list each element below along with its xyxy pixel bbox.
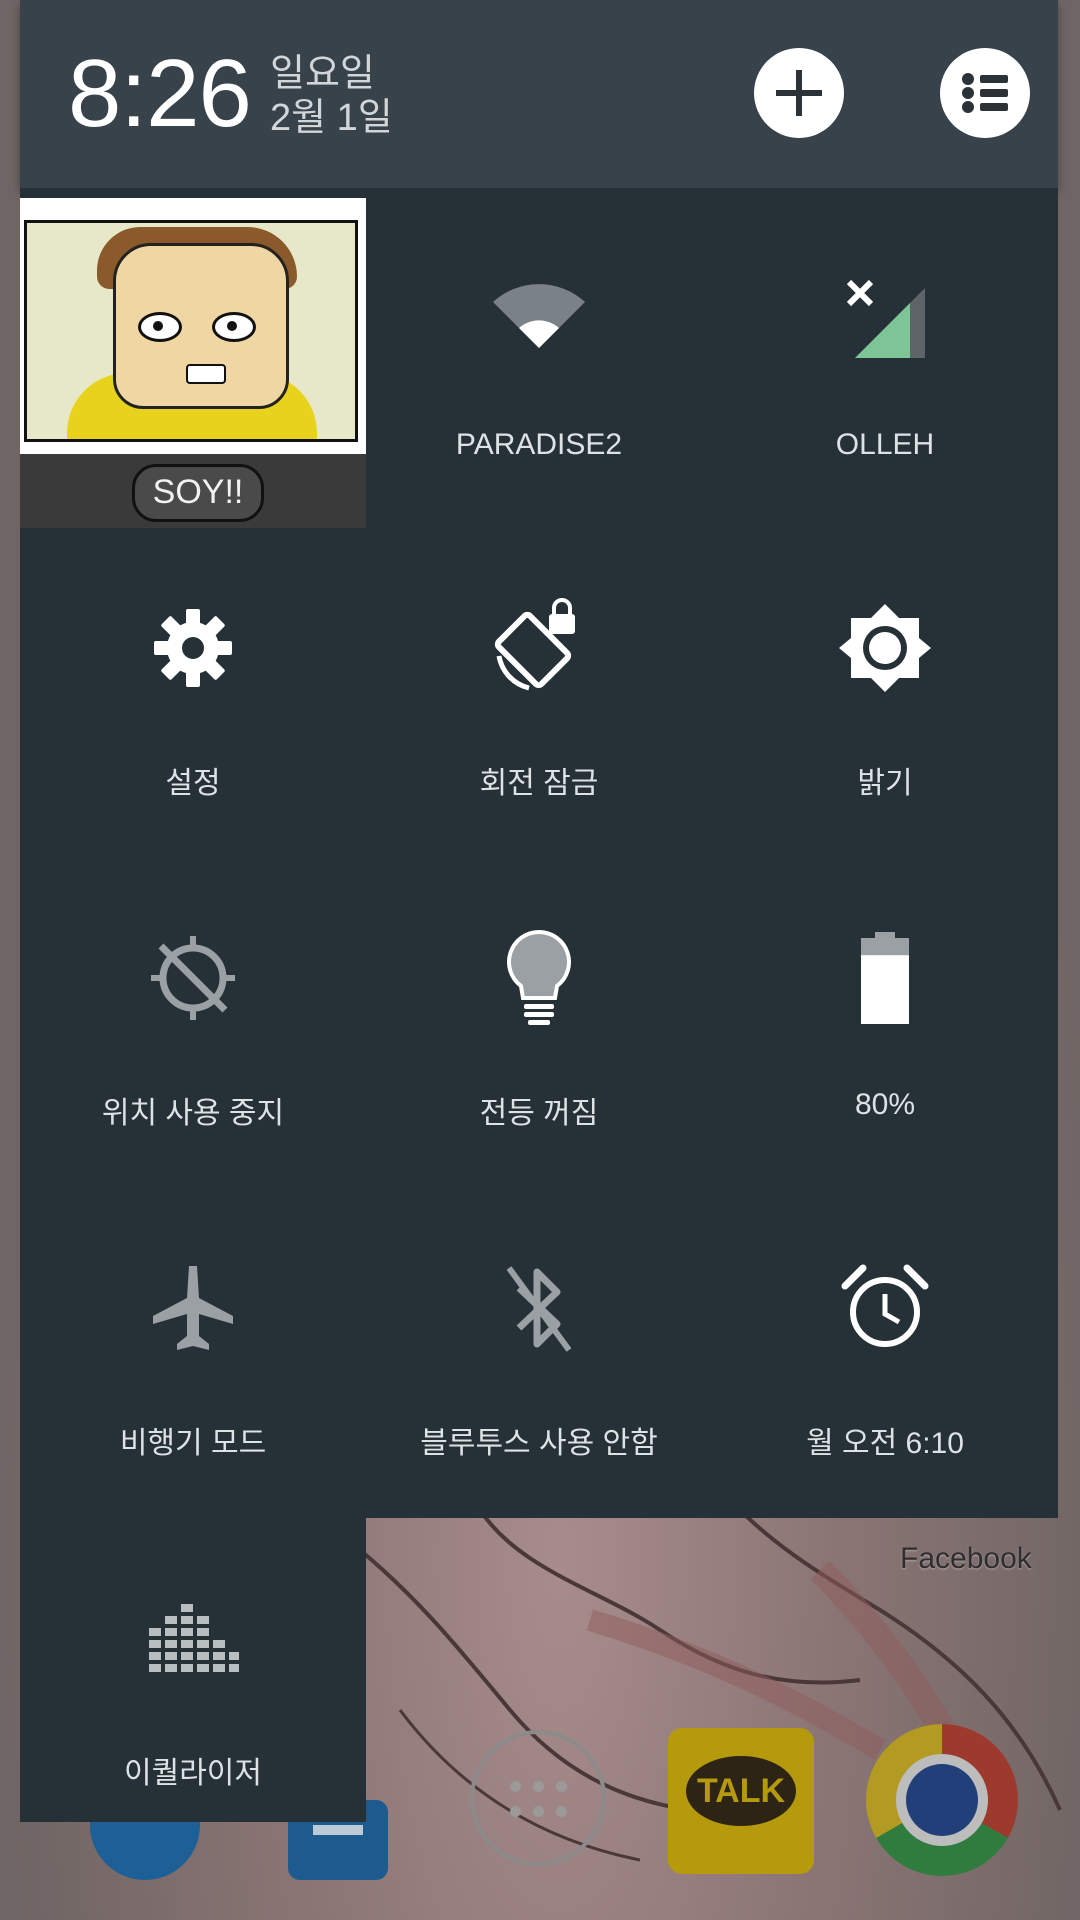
rotation-lock-icon: [494, 598, 575, 691]
tile-label: PARADISE2: [455, 428, 623, 461]
app-drawer-button[interactable]: [470, 1730, 606, 1866]
settings-list-button[interactable]: [940, 48, 1030, 138]
location-off-icon: [151, 936, 235, 1020]
tile-label: 밝기: [857, 767, 913, 800]
tile-label: 위치 사용 중지: [101, 1097, 285, 1130]
tile-label: 블루투스 사용 안함: [420, 1427, 658, 1460]
facebook-app-label[interactable]: Facebook: [900, 1542, 1032, 1576]
equalizer-icon: [149, 1604, 239, 1672]
tile-label: 월 오전 6:10: [806, 1427, 964, 1460]
tile-cellular[interactable]: OLLEH: [712, 198, 1058, 528]
bluetooth-off-icon: [506, 1266, 572, 1352]
tile-alarm[interactable]: 월 오전 6:10: [712, 1188, 1058, 1518]
tile-label: 전등 꺼짐: [479, 1097, 599, 1130]
add-user-button[interactable]: [754, 48, 844, 138]
date[interactable]: 2월 1일: [270, 96, 393, 140]
clock[interactable]: 8:26: [68, 44, 252, 144]
tile-equalizer[interactable]: 이퀄라이저: [20, 1518, 366, 1848]
comic-image: [24, 220, 358, 442]
talk-label: TALK: [686, 1756, 796, 1826]
alarm-icon: [841, 1264, 929, 1347]
tile-brightness[interactable]: 밝기: [712, 528, 1058, 858]
plus-icon: [776, 70, 822, 116]
tile-flashlight[interactable]: 전등 꺼짐: [366, 858, 712, 1188]
tile-location[interactable]: 위치 사용 중지: [20, 858, 366, 1188]
tile-label: 80%: [854, 1088, 916, 1121]
wifi-icon: [493, 284, 585, 348]
tile-label: 설정: [165, 767, 221, 800]
tile-wifi[interactable]: PARADISE2: [366, 198, 712, 528]
comic-notification-thumbnail[interactable]: SOY!!: [20, 198, 366, 528]
battery-icon: [861, 932, 909, 1024]
chrome-app-icon[interactable]: [866, 1724, 1018, 1876]
tile-rotation-lock[interactable]: 회전 잠금: [366, 528, 712, 858]
cell-signal-icon: [846, 279, 925, 358]
weekday: 일요일: [270, 53, 375, 95]
brightness-icon: [839, 604, 931, 692]
kakaotalk-app-icon[interactable]: TALK: [668, 1728, 814, 1874]
tile-label: 비행기 모드: [119, 1427, 267, 1460]
gear-icon: [154, 609, 232, 687]
lightbulb-icon: [507, 929, 571, 1025]
tile-label: 회전 잠금: [479, 767, 599, 800]
quick-settings-header: 8:26 일요일 2월 1일: [20, 0, 1058, 188]
comic-caption: SOY!!: [132, 464, 264, 522]
tile-label: OLLEH: [835, 428, 935, 461]
tile-battery[interactable]: 80%: [712, 858, 1058, 1188]
airplane-icon: [153, 1266, 233, 1350]
tile-bluetooth[interactable]: 블루투스 사용 안함: [366, 1188, 712, 1518]
tile-label: 이퀄라이저: [124, 1757, 262, 1790]
tile-airplane-mode[interactable]: 비행기 모드: [20, 1188, 366, 1518]
tile-settings[interactable]: 설정: [20, 528, 366, 858]
list-icon: [962, 73, 1008, 113]
